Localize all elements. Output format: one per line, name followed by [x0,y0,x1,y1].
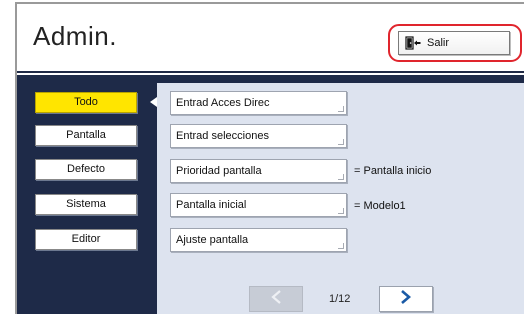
setting-label: Entrad Acces Direc [176,97,270,109]
chevron-right-icon [399,289,413,310]
active-category-pointer [150,97,157,107]
category-sistema[interactable]: Sistema [35,194,137,215]
setting-ajuste-pantalla[interactable]: Ajuste pantalla [170,228,347,252]
setting-pantalla-inicial[interactable]: Pantalla inicial [170,193,347,217]
setting-value-pantalla-inicial: = Modelo1 [354,200,406,212]
corner-marker-icon [338,208,344,214]
setting-label: Ajuste pantalla [176,234,249,246]
setting-label: Entrad selecciones [176,130,269,142]
page-title: Admin. [33,21,117,51]
category-defecto[interactable]: Defecto [35,159,137,180]
corner-marker-icon [338,106,344,112]
next-page-button[interactable] [379,286,433,312]
header-bar: Admin. Salir [17,4,524,73]
setting-value-prioridad-pantalla: = Pantalla inicio [354,165,432,177]
category-pantalla[interactable]: Pantalla [35,125,137,146]
page-indicator: 1/12 [329,293,351,305]
setting-label: Prioridad pantalla [176,165,262,177]
chevron-left-icon [269,289,283,310]
exit-door-icon [405,36,421,50]
exit-button[interactable]: Salir [398,31,510,55]
settings-panel: Entrad Acces Direc Entrad selecciones Pr… [157,83,524,314]
setting-prioridad-pantalla[interactable]: Prioridad pantalla [170,159,347,183]
admin-screen: Admin. Salir Todo Pantalla Defecto Siste… [15,2,524,314]
corner-marker-icon [338,139,344,145]
category-editor[interactable]: Editor [35,229,137,250]
setting-entrad-acces-direc[interactable]: Entrad Acces Direc [170,91,347,115]
exit-highlight-frame: Salir [388,24,522,62]
content-area: Todo Pantalla Defecto Sistema Editor Ent… [17,75,524,314]
setting-label: Pantalla inicial [176,199,247,211]
category-todo[interactable]: Todo [35,92,137,113]
exit-button-label: Salir [427,37,450,49]
corner-marker-icon [338,243,344,249]
setting-entrad-selecciones[interactable]: Entrad selecciones [170,124,347,148]
corner-marker-icon [338,174,344,180]
previous-page-button[interactable] [249,286,303,312]
